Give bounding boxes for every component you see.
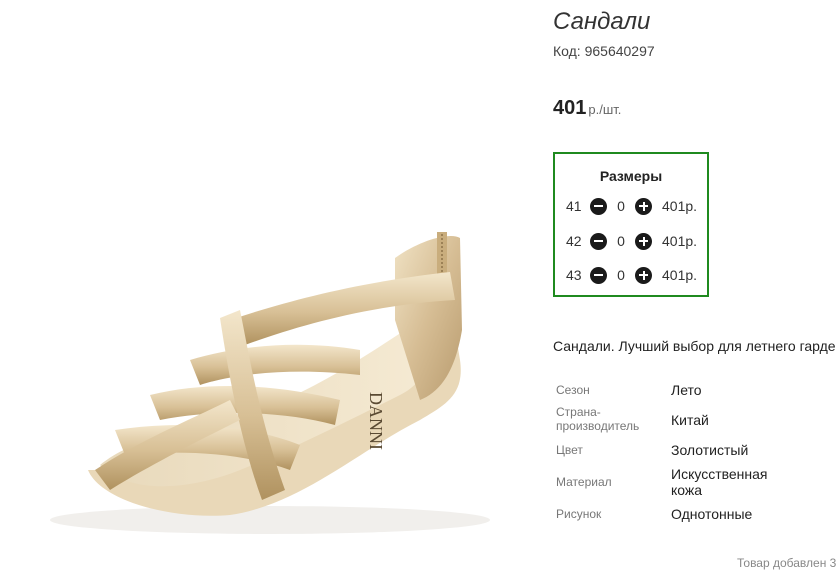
property-label-pattern: Рисунок xyxy=(556,507,602,521)
quantity-value: 0 xyxy=(617,198,625,214)
property-value-country: Китай xyxy=(671,412,709,428)
price-unit: р./шт. xyxy=(588,102,622,117)
increase-quantity-button[interactable] xyxy=(635,232,652,250)
property-label-country: Страна-производитель xyxy=(556,405,640,433)
property-label-material: Материал xyxy=(556,475,612,489)
added-date-note: Товар добавлен 3 xyxy=(737,556,837,570)
product-info: Сандали Код: 965640297 401 р./шт. Размеры… xyxy=(553,0,838,582)
size-row-43: 43 0 401р. xyxy=(566,264,697,286)
decrease-quantity-button[interactable] xyxy=(590,266,607,284)
brand-label: DANNI xyxy=(366,392,386,450)
size-number: 42 xyxy=(566,233,582,249)
decrease-quantity-button[interactable] xyxy=(590,232,607,250)
product-price: 401 р./шт. xyxy=(553,97,621,120)
code-value: 965640297 xyxy=(584,43,655,59)
property-label-color: Цвет xyxy=(556,443,583,457)
decrease-quantity-button[interactable] xyxy=(590,197,607,215)
size-row-42: 42 0 401р. xyxy=(566,230,697,252)
property-value-color: Золотистый xyxy=(671,442,749,458)
size-number: 43 xyxy=(566,267,582,283)
property-value-material: Искусственная кожа xyxy=(671,466,768,498)
quantity-value: 0 xyxy=(617,267,625,283)
product-title: Сандали xyxy=(553,8,651,35)
sizes-panel: Размеры 41 0 401р. 42 0 401р. 43 0 401р. xyxy=(553,152,709,297)
price-value: 401 xyxy=(553,97,587,119)
sandal-illustration: DANNI xyxy=(50,232,490,534)
product-image[interactable]: DANNI xyxy=(0,0,530,582)
code-label: Код: xyxy=(553,43,581,59)
product-code: Код: 965640297 xyxy=(553,43,655,59)
size-price: 401р. xyxy=(662,267,698,283)
property-value-season: Лето xyxy=(671,382,702,398)
property-label-season: Сезон xyxy=(556,383,590,397)
size-row-41: 41 0 401р. xyxy=(566,195,697,217)
sizes-title: Размеры xyxy=(599,168,663,184)
increase-quantity-button[interactable] xyxy=(635,197,652,215)
product-description: Сандали. Лучший выбор для летнего гарде xyxy=(553,338,836,354)
size-price: 401р. xyxy=(662,198,698,214)
size-number: 41 xyxy=(566,198,582,214)
quantity-value: 0 xyxy=(617,233,625,249)
property-value-pattern: Однотонные xyxy=(671,506,753,522)
increase-quantity-button[interactable] xyxy=(635,266,652,284)
size-price: 401р. xyxy=(662,233,698,249)
